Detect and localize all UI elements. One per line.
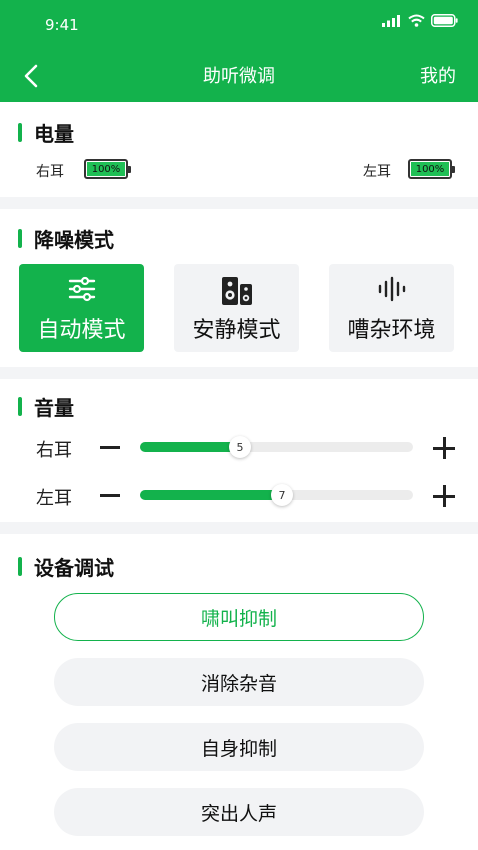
- status-icons: [382, 14, 458, 27]
- volume-title-text: 音量: [34, 396, 74, 420]
- mode-quiet-label: 安静模式: [192, 318, 281, 343]
- left-ear-battery-label: 左耳: [363, 164, 391, 180]
- right-ear-volume-label: 右耳: [36, 440, 72, 461]
- right-ear-volume-thumb[interactable]: 5: [229, 436, 251, 458]
- battery-status-icon: [431, 14, 458, 27]
- title-accent-bar: [18, 557, 22, 576]
- right-ear-volume-slider[interactable]: 5: [140, 436, 413, 458]
- right-ear-battery-level: 100%: [87, 162, 125, 176]
- left-ear-volume-fill: [140, 490, 282, 500]
- voice-highlight-button[interactable]: 突出人声: [54, 788, 424, 836]
- title-accent-bar: [18, 123, 22, 142]
- wifi-icon: [408, 14, 425, 27]
- page-title: 助听微调: [203, 66, 275, 87]
- debug-section-title: 设备调试: [18, 552, 114, 581]
- battery-section-title: 电量: [18, 118, 74, 147]
- noise-removal-button[interactable]: 消除杂音: [54, 658, 424, 706]
- mode-noisy-button[interactable]: 嘈杂环境: [329, 264, 454, 352]
- right-ear-battery-label: 右耳: [36, 164, 64, 180]
- speaker-icon: [221, 277, 252, 305]
- sliders-icon: [68, 276, 95, 302]
- left-ear-volume-increase-button[interactable]: [433, 485, 455, 507]
- mode-auto-button[interactable]: 自动模式: [19, 264, 144, 352]
- title-accent-bar: [18, 397, 22, 416]
- right-ear-battery-indicator: 100%: [84, 159, 131, 179]
- battery-nub: [128, 166, 131, 173]
- self-voice-suppression-button[interactable]: 自身抑制: [54, 723, 424, 771]
- soundwave-icon: [378, 276, 405, 302]
- right-ear-volume-increase-button[interactable]: [433, 437, 455, 459]
- volume-section-title: 音量: [18, 392, 74, 421]
- mode-noisy-label: 嘈杂环境: [347, 318, 436, 343]
- mode-quiet-button[interactable]: 安静模式: [174, 264, 299, 352]
- left-ear-volume-decrease-button[interactable]: [100, 494, 120, 497]
- status-time: 9:41: [45, 16, 79, 34]
- signal-icon: [382, 14, 400, 27]
- left-ear-battery-indicator: 100%: [408, 159, 455, 179]
- noise-title-text: 降噪模式: [34, 228, 114, 252]
- app-header: 9:41 助听微调 我的: [0, 0, 478, 102]
- battery-nub: [452, 166, 455, 173]
- noise-section-title: 降噪模式: [18, 224, 114, 253]
- mode-auto-label: 自动模式: [37, 318, 126, 343]
- left-ear-volume-thumb[interactable]: 7: [271, 484, 293, 506]
- title-accent-bar: [18, 229, 22, 248]
- debug-title-text: 设备调试: [34, 556, 114, 580]
- howling-suppression-button[interactable]: 啸叫抑制: [54, 593, 424, 641]
- battery-title-text: 电量: [34, 122, 74, 146]
- battery-card: 电量 右耳 100% 左耳 100%: [0, 102, 478, 197]
- left-ear-volume-slider[interactable]: 7: [140, 484, 413, 506]
- left-ear-battery-level: 100%: [411, 162, 449, 176]
- my-button[interactable]: 我的: [420, 62, 456, 88]
- right-ear-volume-fill: [140, 442, 240, 452]
- left-ear-volume-label: 左耳: [36, 488, 72, 509]
- right-ear-volume-decrease-button[interactable]: [100, 446, 120, 449]
